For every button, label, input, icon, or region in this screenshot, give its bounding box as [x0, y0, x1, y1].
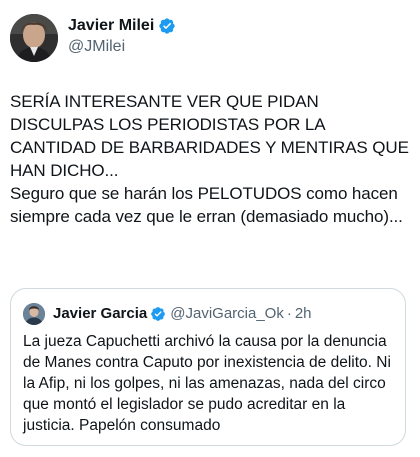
quoted-separator: ·	[286, 305, 292, 322]
quoted-header: Javier Garcia @JaviGarcia_Ok · 2h	[53, 303, 312, 325]
verified-badge-icon	[150, 306, 166, 322]
quoted-tweet[interactable]: Javier Garcia @JaviGarcia_Ok · 2h La jue…	[10, 288, 406, 446]
quoted-author-name[interactable]: Javier Garcia	[53, 303, 147, 325]
verified-badge-icon	[158, 17, 176, 35]
author-name[interactable]: Javier Milei	[68, 16, 176, 36]
quoted-timestamp[interactable]: 2h	[295, 303, 312, 325]
quoted-author-avatar[interactable]	[23, 303, 45, 325]
tweet-text: SERÍA INTERESANTE VER QUE PIDAN DISCULPA…	[10, 90, 415, 228]
tweet-body: SERÍA INTERESANTE VER QUE PIDAN DISCULPA…	[10, 92, 409, 226]
quoted-author-handle[interactable]: @JaviGarcia_Ok	[170, 303, 284, 325]
author-handle[interactable]: @JMilei	[68, 37, 125, 57]
author-avatar[interactable]	[10, 14, 58, 62]
quoted-text: La jueza Capuchetti archivó la causa por…	[23, 333, 391, 434]
tweet-card: Javier Milei @JMilei SERÍA INTERESANTE V…	[0, 0, 420, 457]
